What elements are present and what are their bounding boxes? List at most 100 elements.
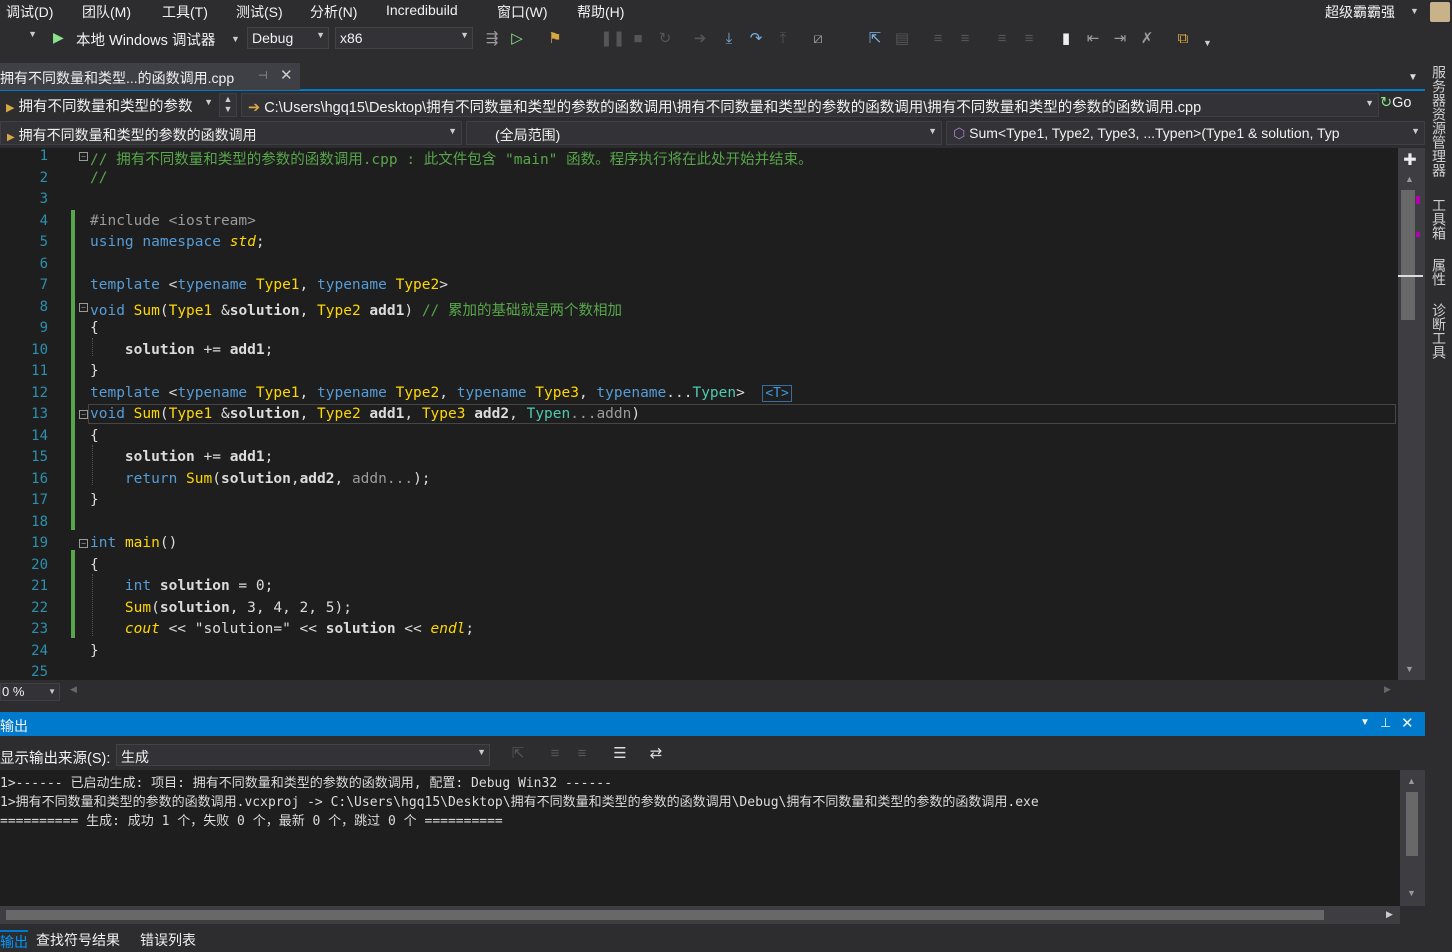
hex-icon[interactable]: ⧄: [808, 29, 828, 49]
toolbar-dropdown[interactable]: ▼: [0, 27, 40, 49]
menu-help[interactable]: 帮助(H): [577, 2, 624, 22]
split-icon[interactable]: ✚: [1399, 150, 1421, 170]
output-vertical-scrollbar[interactable]: ▲ ▼: [1400, 770, 1425, 906]
menu-debug[interactable]: 调试(D): [6, 2, 53, 22]
next-bookmark-icon[interactable]: ⇥: [1110, 29, 1130, 49]
prev-bookmark-icon[interactable]: ⇤: [1083, 29, 1103, 49]
menu-team[interactable]: 团队(M): [82, 2, 131, 22]
collapse-icon[interactable]: −: [79, 303, 88, 312]
next-message-icon[interactable]: ≡: [572, 744, 592, 764]
step-into-icon[interactable]: ⤓: [719, 29, 739, 49]
keyword: void: [90, 302, 125, 319]
restart-icon[interactable]: ↻: [655, 29, 675, 49]
scroll-thumb[interactable]: [1406, 792, 1418, 856]
scroll-thumb[interactable]: [6, 910, 1324, 920]
arguments: 3, 4, 2, 5: [247, 599, 335, 616]
pause-icon[interactable]: ❚❚: [600, 29, 625, 49]
tab-overflow-icon[interactable]: ▼: [1408, 72, 1418, 83]
identifier: solution: [124, 449, 195, 465]
file-scope-dropdown[interactable]: ▶ 拥有不同数量和类型的参数的函数调用 ▼: [0, 121, 462, 145]
comment-icon[interactable]: ≡: [992, 29, 1012, 49]
scroll-right-icon[interactable]: ▶: [1386, 909, 1393, 920]
type-name: Type2: [317, 406, 361, 422]
debugger-label[interactable]: 本地 Windows 调试器: [76, 29, 215, 50]
goto-line-icon[interactable]: ⇱: [508, 744, 528, 764]
menu-window[interactable]: 窗口(W): [497, 2, 548, 22]
diagnostics-tab[interactable]: 诊断工具: [1429, 303, 1449, 359]
step-over-icon[interactable]: ↷: [746, 29, 766, 49]
indent-icon[interactable]: ≡: [928, 29, 948, 49]
run-icon[interactable]: ▷: [507, 29, 527, 49]
close-panel-icon[interactable]: ✕: [1401, 714, 1414, 732]
extension-icon[interactable]: ⧉: [1173, 29, 1193, 49]
menu-tools[interactable]: 工具(T): [162, 2, 208, 22]
attach-icon[interactable]: ⇶: [482, 29, 502, 49]
tab-find-symbol[interactable]: 查找符号结果: [36, 930, 120, 950]
toolbox-tab[interactable]: 工具箱: [1429, 198, 1449, 240]
start-debug-icon[interactable]: ▶: [53, 29, 64, 46]
go-button[interactable]: ↻Go: [1380, 93, 1425, 117]
word-wrap-icon[interactable]: ⇄: [646, 744, 666, 764]
stop-icon[interactable]: ■: [628, 29, 648, 49]
toolbar-more-icon[interactable]: ▼: [1203, 38, 1212, 48]
avatar[interactable]: [1430, 2, 1450, 22]
step-out-icon[interactable]: ⤒: [773, 29, 793, 49]
go-icon: ↻: [1380, 95, 1393, 111]
path-value: C:\Users\hgq15\Desktop\拥有不同数量和类型的参数的函数调用…: [264, 100, 1202, 116]
config-dropdown[interactable]: Debug ▼: [247, 27, 329, 49]
uncomment-icon[interactable]: ≡: [1019, 29, 1039, 49]
user-name[interactable]: 超级霸霸强: [1325, 2, 1395, 22]
platform-dropdown[interactable]: x86 ▼: [335, 27, 473, 49]
pin-panel-icon[interactable]: ⊥: [1380, 715, 1391, 731]
tab-error-list[interactable]: 错误列表: [140, 930, 196, 950]
prev-message-icon[interactable]: ≡: [545, 744, 565, 764]
properties-tab[interactable]: 属性: [1429, 258, 1449, 286]
output-horizontal-scrollbar[interactable]: ▶: [0, 906, 1400, 924]
scroll-up-icon[interactable]: ▲: [1407, 776, 1416, 786]
scroll-thumb[interactable]: [1401, 190, 1415, 320]
collapse-icon[interactable]: −: [79, 539, 88, 548]
path-dropdown[interactable]: ➔ C:\Users\hgq15\Desktop\拥有不同数量和类型的参数的函数…: [241, 93, 1379, 117]
global-scope-dropdown[interactable]: (全局范围) ▼: [466, 121, 942, 145]
panel-menu-icon[interactable]: ▼: [1360, 717, 1370, 728]
tab-output[interactable]: 输出: [0, 930, 28, 952]
pin-icon[interactable]: ⊣: [258, 69, 268, 82]
type-name: Type1: [168, 302, 213, 319]
scroll-up-icon[interactable]: ▲: [1405, 174, 1414, 184]
identifier: solution: [159, 578, 230, 594]
project-dropdown[interactable]: ▶ 拥有不同数量和类型的参数 ▼: [0, 93, 217, 117]
outdent-icon[interactable]: ≡: [955, 29, 975, 49]
server-explorer-tab[interactable]: 服务器资源管理器: [1429, 65, 1449, 177]
scroll-right-icon[interactable]: ▶: [1384, 684, 1391, 695]
caret-marker: [1398, 275, 1423, 277]
menu-test[interactable]: 测试(S): [236, 2, 283, 22]
show-next-icon[interactable]: ➔: [690, 29, 710, 49]
document-tab[interactable]: 拥有不同数量和类型...的函数调用.cpp ⊣ ✕: [0, 63, 300, 90]
scroll-marker: [1416, 232, 1420, 237]
output-text-area[interactable]: 1>------ 已启动生成: 项目: 拥有不同数量和类型的参数的函数调用, 配…: [0, 770, 1400, 906]
debugger-dropdown-icon[interactable]: ▼: [231, 34, 240, 44]
source-dropdown[interactable]: 生成 ▼: [116, 744, 490, 766]
template-hint-badge[interactable]: <T>: [762, 384, 792, 402]
stack-icon[interactable]: ▤: [892, 29, 912, 49]
bookmark-icon[interactable]: ▮: [1056, 29, 1076, 49]
menu-analyze[interactable]: 分析(N): [310, 2, 357, 22]
scroll-left-icon[interactable]: ◀: [70, 684, 77, 695]
clear-bookmark-icon[interactable]: ✗: [1137, 29, 1157, 49]
project-scroll[interactable]: ▲ ▼: [219, 93, 237, 117]
code-editor[interactable]: 1 2 3 4 5 6 7 8 9 10 11 12 13 14 15 16 1…: [0, 148, 1398, 680]
find-icon[interactable]: ⚑: [545, 29, 565, 49]
member-dropdown[interactable]: ⬡ Sum<Type1, Type2, Type3, ...Typen>(Typ…: [946, 121, 1425, 145]
menu-incredibuild[interactable]: Incredibuild: [386, 2, 458, 18]
thread-icon[interactable]: ⇱: [865, 29, 885, 49]
clear-all-icon[interactable]: ☰: [610, 744, 630, 764]
scroll-down-icon[interactable]: ▼: [1407, 888, 1416, 898]
user-dropdown-icon[interactable]: ▼: [1410, 6, 1419, 16]
collapse-icon[interactable]: −: [79, 152, 88, 161]
identifier: add1: [369, 406, 405, 422]
close-tab-icon[interactable]: ✕: [280, 66, 293, 84]
editor-vertical-scrollbar[interactable]: ✚ ▲ ▼: [1398, 148, 1425, 680]
scroll-down-icon[interactable]: ▼: [1405, 664, 1414, 674]
zoom-dropdown[interactable]: 0 % ▼: [0, 683, 60, 701]
collapse-icon[interactable]: −: [79, 410, 88, 419]
